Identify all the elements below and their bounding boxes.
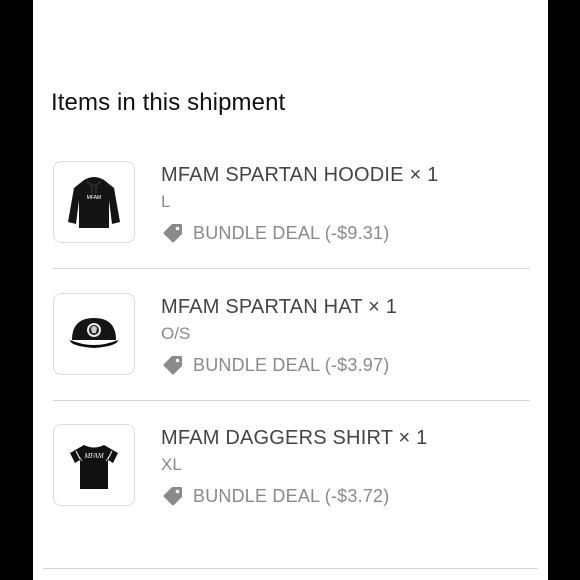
shipment-item[interactable]: MFAM SPARTAN HAT × 1 O/S BUNDLE DEAL (-$… — [53, 292, 531, 392]
item-name[interactable]: MFAM DAGGERS SHIRT × 1 — [161, 427, 428, 450]
bundle-deal: BUNDLE DEAL (-$3.72) — [161, 483, 389, 509]
hat-image — [70, 318, 118, 348]
divider — [43, 568, 538, 569]
shipment-item[interactable]: MFAM MFAM SPARTAN HOODIE × 1 L BUNDLE DE… — [53, 160, 531, 260]
item-name[interactable]: MFAM SPARTAN HOODIE × 1 — [161, 164, 438, 187]
hoodie-image: MFAM — [68, 177, 120, 228]
hoodie-logo-text: MFAM — [87, 195, 101, 201]
item-variant: L — [161, 192, 171, 211]
shipment-item[interactable]: MFAM MFAM DAGGERS SHIRT × 1 XL BUNDLE DE… — [53, 423, 531, 523]
section-title: Items in this shipment — [51, 89, 286, 116]
item-name[interactable]: MFAM SPARTAN HAT × 1 — [161, 296, 397, 319]
divider — [53, 268, 530, 269]
price-tag-icon — [163, 487, 182, 506]
price-tag-icon — [163, 356, 182, 375]
price-tag-icon — [163, 224, 182, 243]
shipment-panel: Items in this shipment MFAM MFAM SPARTAN… — [33, 0, 548, 580]
product-thumbnail[interactable]: MFAM — [53, 424, 135, 506]
divider — [53, 400, 530, 401]
item-variant: XL — [161, 455, 182, 474]
bundle-deal: BUNDLE DEAL (-$3.97) — [161, 352, 389, 378]
bundle-deal-text: BUNDLE DEAL (-$3.97) — [193, 354, 390, 375]
shirt-image: MFAM — [70, 445, 118, 489]
product-thumbnail[interactable]: MFAM — [53, 161, 135, 243]
bundle-deal: BUNDLE DEAL (-$9.31) — [161, 220, 389, 246]
bundle-deal-text: BUNDLE DEAL (-$3.72) — [193, 485, 390, 506]
product-thumbnail[interactable] — [53, 293, 135, 375]
bundle-deal-text: BUNDLE DEAL (-$9.31) — [193, 222, 390, 243]
shirt-logo-text: MFAM — [83, 452, 104, 460]
item-variant: O/S — [161, 324, 191, 343]
